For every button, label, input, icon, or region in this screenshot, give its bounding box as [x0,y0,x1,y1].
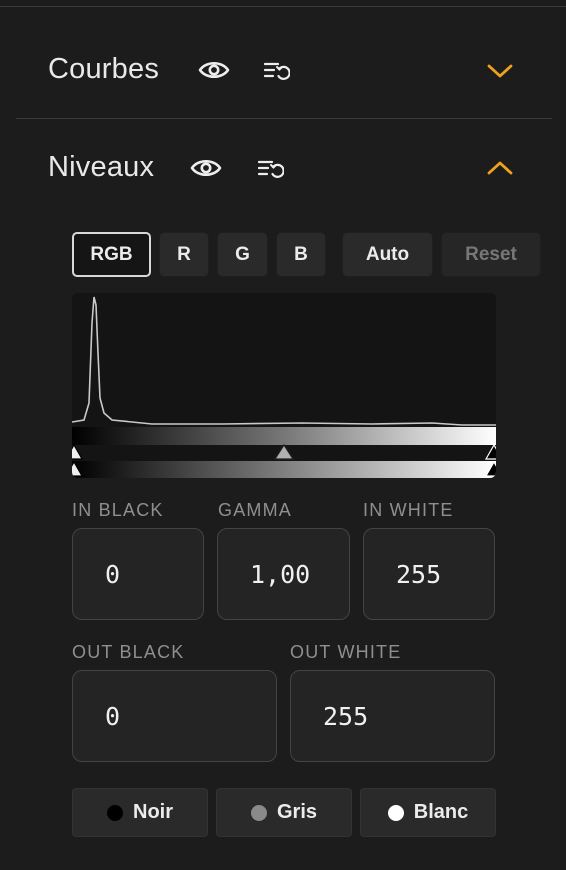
out-black-label: OUT BLACK [72,642,185,662]
auto-button[interactable]: Auto [342,232,433,277]
out-black-input[interactable] [105,701,276,731]
curves-panel-header[interactable]: Courbes [0,41,566,101]
gray-point-picker-button[interactable]: Gris [216,788,352,837]
in-black-input[interactable] [105,559,203,589]
levels-panel-header[interactable]: Niveaux [0,139,566,199]
channel-b-button[interactable]: B [276,232,326,277]
in-white-handle[interactable] [484,443,496,460]
gamma-handle[interactable] [273,443,295,460]
gray-point-label: Gris [276,801,318,823]
eye-icon[interactable] [198,58,230,82]
gray-dot-icon [250,804,267,821]
in-black-handle[interactable] [72,443,84,460]
out-white-field[interactable] [290,670,495,762]
out-white-label: OUT WHITE [290,642,402,662]
channel-rgb-button[interactable]: RGB [72,232,151,277]
channel-r-button[interactable]: R [159,232,209,277]
black-point-label: Noir [133,801,173,823]
input-gradient-bar [72,427,496,445]
in-black-label: IN BLACK [72,500,164,520]
out-white-input[interactable] [323,701,494,731]
levels-histogram [72,293,496,478]
in-white-input[interactable] [396,559,494,589]
out-black-field[interactable] [72,670,277,762]
reset-button[interactable]: Reset [441,232,541,277]
section-divider [16,118,552,119]
black-point-picker-button[interactable]: Noir [72,788,208,837]
histogram-graph [72,296,496,478]
history-list-icon[interactable] [264,61,290,81]
in-black-field[interactable] [72,528,204,620]
eye-icon[interactable] [190,156,222,180]
white-point-picker-button[interactable]: Blanc [360,788,496,837]
histogram-curve [72,296,496,426]
chevron-down-icon[interactable] [486,62,514,80]
black-dot-icon [107,804,123,821]
history-list-icon[interactable] [258,159,284,179]
top-border [0,0,566,7]
in-white-field[interactable] [363,528,495,620]
gamma-field[interactable] [217,528,350,620]
white-point-label: Blanc [413,801,469,823]
channel-g-button[interactable]: G [217,232,268,277]
gamma-label: GAMMA [218,500,293,520]
levels-panel-title: Niveaux [48,151,155,183]
curves-panel-title: Courbes [48,53,160,85]
gamma-input[interactable] [250,559,349,589]
chevron-up-icon[interactable] [486,159,514,177]
white-dot-icon [387,804,404,821]
output-gradient-bar [72,461,496,478]
in-white-label: IN WHITE [363,500,454,520]
